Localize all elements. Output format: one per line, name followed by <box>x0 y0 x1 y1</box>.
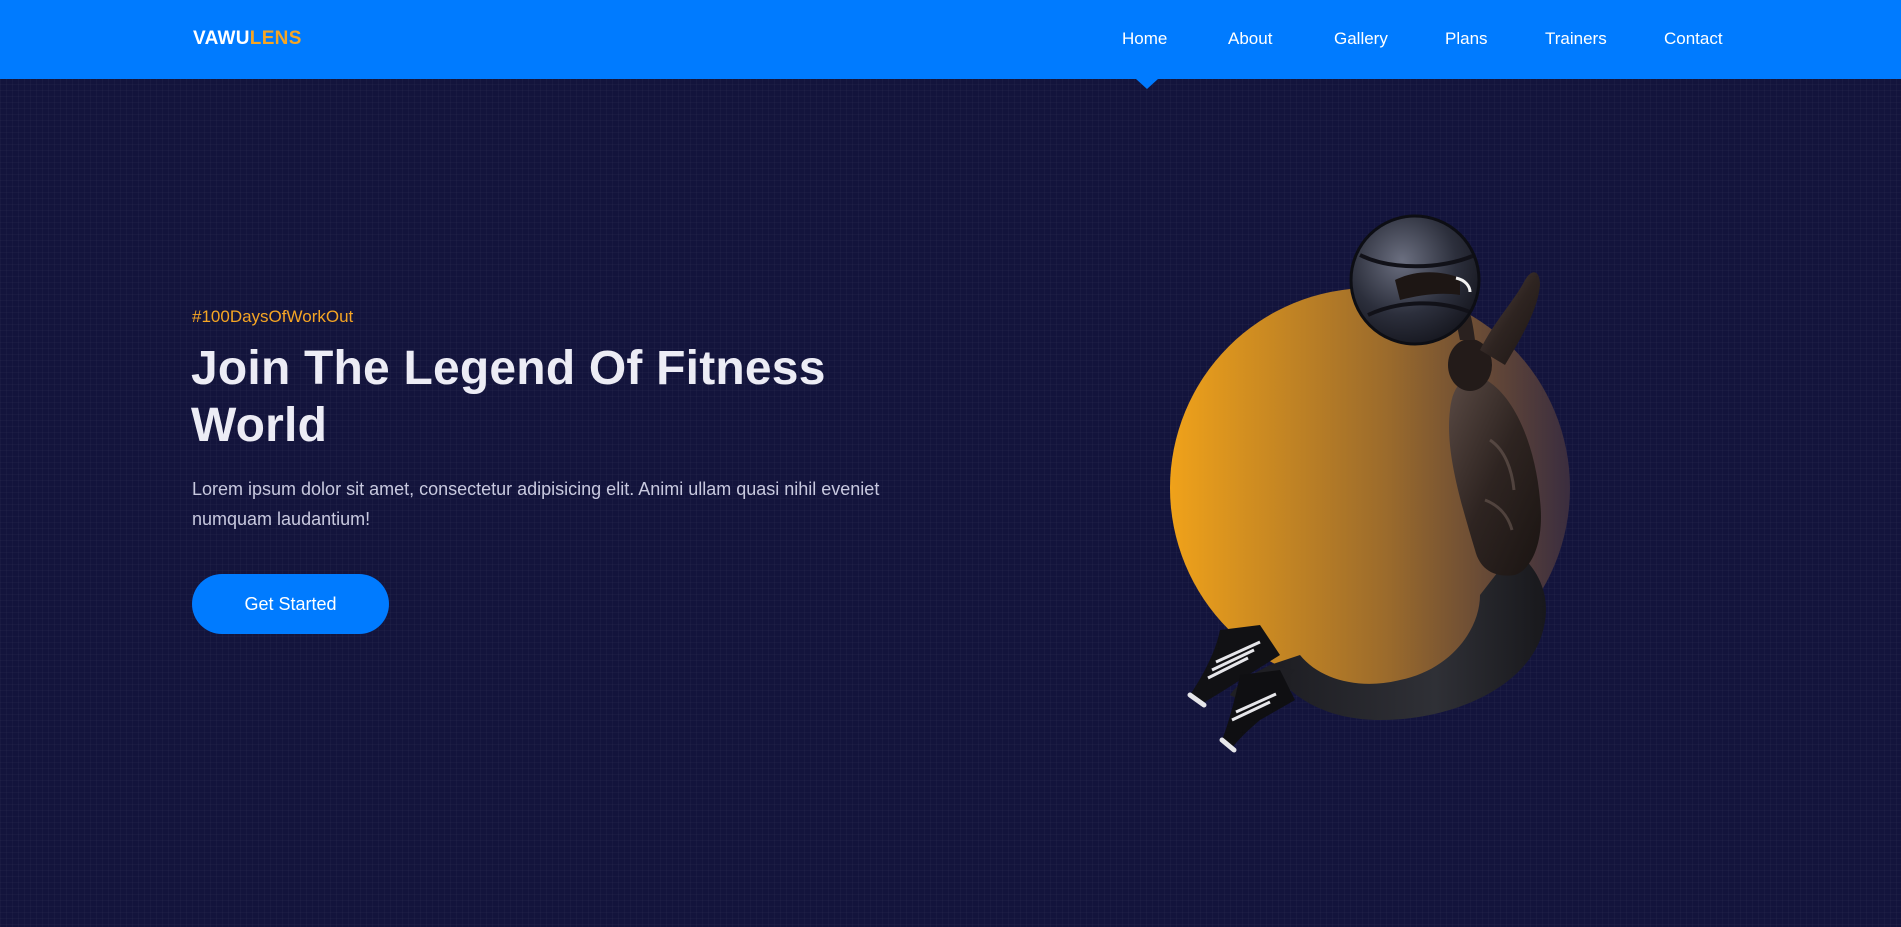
hero-description: Lorem ipsum dolor sit amet, consectetur … <box>192 479 880 529</box>
nav-link-plans[interactable]: Plans <box>1445 28 1488 50</box>
athlete-illustration <box>1170 214 1570 753</box>
main-nav: Home About Gallery Plans Trainers Contac… <box>0 0 1901 79</box>
athlete-arm-upper <box>1480 272 1540 365</box>
nav-link-contact[interactable]: Contact <box>1664 28 1723 50</box>
get-started-button[interactable]: Get Started <box>192 574 389 634</box>
nav-link-home[interactable]: Home <box>1122 28 1167 50</box>
hero-image <box>1120 200 1640 780</box>
nav-link-gallery[interactable]: Gallery <box>1334 28 1388 50</box>
active-nav-indicator-icon <box>1136 79 1158 89</box>
hero-hashtag: #100DaysOfWorkOut <box>192 307 354 326</box>
navbar: VAWULENS Home About Gallery Plans Traine… <box>0 0 1901 79</box>
nav-link-about[interactable]: About <box>1228 28 1272 50</box>
nav-link-trainers[interactable]: Trainers <box>1545 28 1607 50</box>
hero-title: Join The Legend Of Fitness World <box>191 342 826 452</box>
